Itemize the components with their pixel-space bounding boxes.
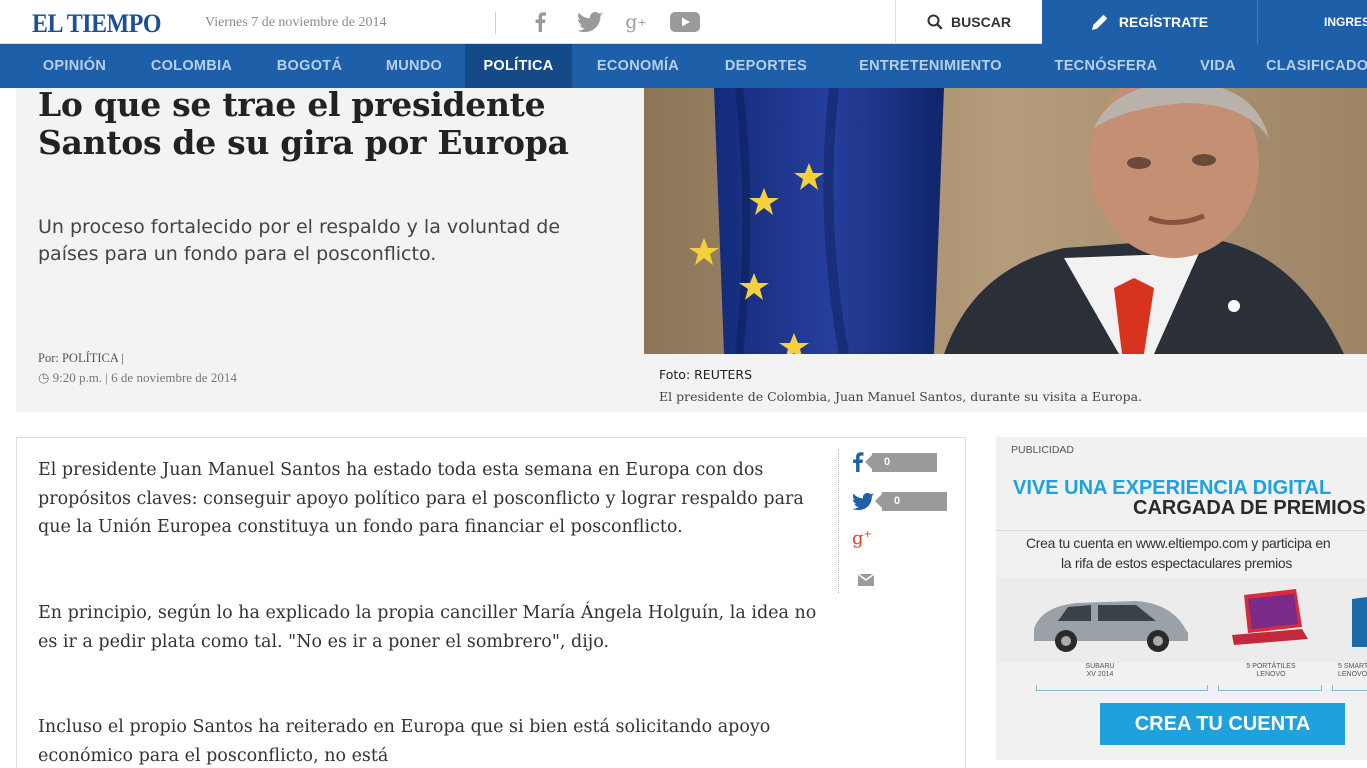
nav-item-opinion[interactable]: OPINIÓN — [22, 44, 127, 88]
ad-label: PUBLICIDAD — [1011, 444, 1075, 456]
divider — [1218, 685, 1322, 691]
email-share-button[interactable] — [858, 574, 874, 586]
login-label: INGRESA — [1324, 15, 1367, 29]
byline-prefix: Por: — [38, 351, 59, 365]
ad-text: Crea tu cuenta en www.eltiempo.com y par… — [1026, 535, 1331, 551]
register-button[interactable]: REGÍSTRATE — [1042, 0, 1257, 44]
google-plus-icon[interactable]: g + — [620, 8, 652, 36]
search-icon — [927, 14, 943, 30]
article-paragraph: Incluso el propio Santos ha reiterado en… — [38, 717, 771, 766]
article-paragraph: En principio, según lo ha explicado la p… — [38, 603, 817, 652]
nav-item-economia[interactable]: ECONOMÍA — [573, 44, 703, 88]
login-button[interactable]: INGRESA — [1257, 0, 1367, 44]
twitter-share-count: 0 — [875, 492, 947, 511]
byline-separator: | — [121, 351, 124, 365]
article-byline: Por: POLÍTICA | — [38, 351, 124, 366]
ad-prize-phones-line2: LENOVO — [1338, 671, 1367, 678]
register-label: REGÍSTRATE — [1118, 14, 1209, 30]
divider — [1036, 685, 1208, 691]
nav-item-entretenimiento[interactable]: ENTRETENIMIENTO — [829, 44, 1032, 88]
article-photo[interactable] — [644, 88, 1367, 354]
ad-prize-laptops: 5 PORTÁTILES LENOVO — [1236, 663, 1306, 679]
ad-prize-laptops-line2: LENOVO — [1256, 671, 1286, 678]
nav-item-vida[interactable]: VIDA — [1180, 44, 1256, 88]
twitter-share-button[interactable]: 0 — [852, 492, 947, 511]
create-account-button[interactable]: CREA TU CUENTA — [1100, 703, 1345, 745]
facebook-icon — [853, 452, 864, 472]
share-divider — [838, 449, 839, 593]
ad-prize-car-line2: XV 2014 — [1086, 671, 1114, 678]
twitter-icon — [852, 493, 874, 510]
article-paragraph: El presidente Juan Manuel Santos ha esta… — [38, 460, 804, 537]
clock-icon: ◷ — [38, 370, 50, 385]
ad-prize-car: SUBARU XV 2014 — [1068, 663, 1132, 679]
facebook-share-button[interactable]: 0 — [852, 452, 937, 472]
ad-subtitle: CARGADA DE PREMIOS — [1133, 497, 1366, 519]
article-headline: Lo que se trae el presidente Santos de s… — [38, 85, 569, 162]
ad-prize-images — [996, 577, 1367, 663]
divider — [495, 12, 496, 34]
nav-item-bogota[interactable]: BOGOTÁ — [256, 44, 363, 88]
youtube-icon[interactable] — [668, 8, 702, 36]
site-logo[interactable]: EL TIEMPO — [32, 9, 161, 39]
ad-prize-phones: 5 SMARTPHONES LENOVO — [1338, 663, 1367, 679]
google-plus-share-button[interactable]: g+ — [852, 528, 872, 549]
search-label: BUSCAR — [951, 14, 1011, 30]
email-icon — [858, 574, 874, 586]
ad-prize-car-line1: SUBARU — [1085, 663, 1115, 670]
photo-credit: Foto: REUTERS — [659, 367, 753, 382]
photo-caption: El presidente de Colombia, Juan Manuel S… — [659, 389, 1143, 404]
ad-text: la rifa de estos espectaculares premios — [1061, 555, 1293, 571]
main-nav: OPINIÓN COLOMBIA BOGOTÁ MUNDO POLÍTICA E… — [0, 44, 1367, 88]
pencil-icon — [1091, 14, 1108, 30]
nav-item-deportes[interactable]: DEPORTES — [703, 44, 829, 88]
search-button[interactable]: BUSCAR — [895, 0, 1042, 44]
twitter-icon[interactable] — [575, 8, 605, 36]
advertisement[interactable]: PUBLICIDAD VIVE UNA EXPERIENCIA DIGITAL … — [996, 437, 1367, 760]
article-timestamp: ◷ 9:20 p.m. | 6 de noviembre de 2014 — [38, 370, 237, 386]
ad-prize-phones-line1: 5 SMARTPHONES — [1338, 663, 1367, 670]
nav-item-clasificados[interactable]: CLASIFICADOS — [1256, 44, 1367, 88]
publish-date: | 6 de noviembre de 2014 — [105, 370, 237, 385]
byline-section[interactable]: POLÍTICA — [62, 351, 118, 365]
article-subheadline: Un proceso fortalecido por el respaldo y… — [38, 216, 561, 265]
facebook-icon[interactable] — [531, 8, 549, 36]
publish-time: 9:20 p.m. — [52, 370, 103, 385]
ad-prize-laptops-line1: 5 PORTÁTILES — [1246, 663, 1296, 670]
facebook-share-count: 0 — [865, 452, 937, 472]
top-bar: EL TIEMPO Viernes 7 de noviembre de 2014… — [0, 0, 1367, 44]
nav-item-tecnosfera[interactable]: TECNÓSFERA — [1032, 44, 1180, 88]
divider — [1332, 685, 1367, 691]
nav-item-mundo[interactable]: MUNDO — [363, 44, 465, 88]
nav-item-politica[interactable]: POLÍTICA — [465, 44, 572, 88]
divider — [996, 530, 1367, 531]
nav-item-colombia[interactable]: COLOMBIA — [131, 44, 252, 88]
current-date: Viernes 7 de noviembre de 2014 — [205, 15, 387, 30]
google-plus-icon: g+ — [852, 528, 872, 549]
